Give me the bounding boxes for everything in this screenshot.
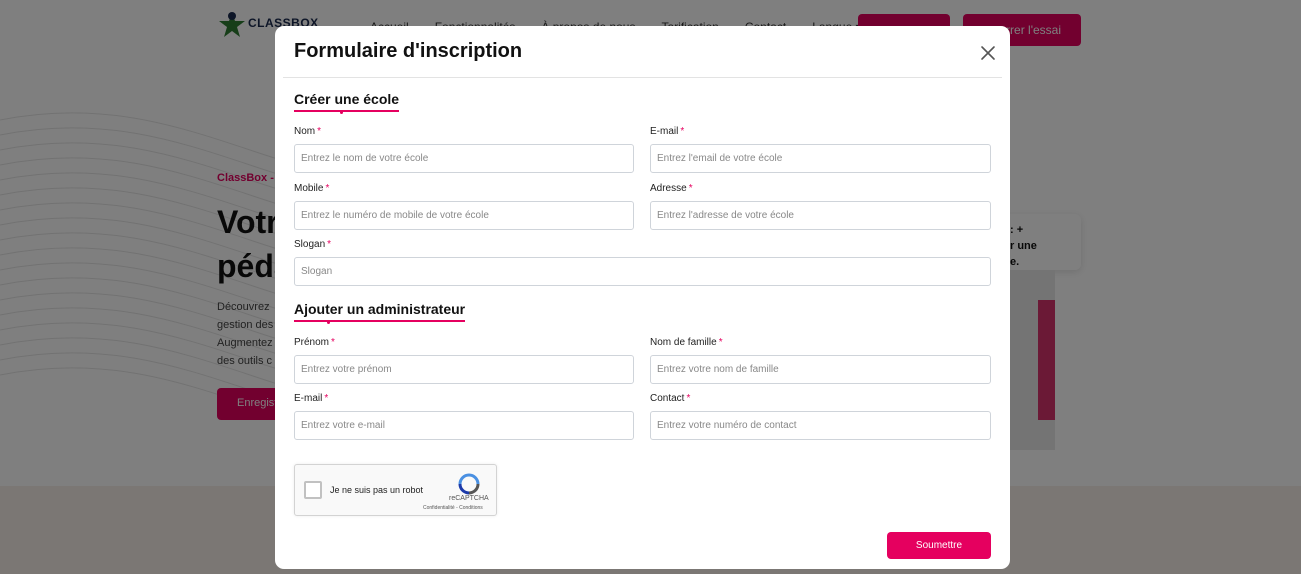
recaptcha-brand: reCAPTCHA xyxy=(449,495,489,502)
registration-modal: Formulaire d'inscription Créer une école… xyxy=(275,26,1010,569)
school-slogan-label-text: Slogan xyxy=(294,239,326,250)
recaptcha-checkbox[interactable] xyxy=(304,481,322,499)
modal-header: Formulaire d'inscription xyxy=(283,26,1002,78)
close-icon[interactable] xyxy=(978,43,998,63)
school-mobile-label-text: Mobile xyxy=(294,183,324,194)
required-marker: * xyxy=(317,126,322,137)
admin-firstname-input[interactable] xyxy=(294,355,634,384)
section-title-school-text: Créer une école xyxy=(294,91,400,107)
required-marker: * xyxy=(327,239,332,250)
school-slogan-label: Slogan * xyxy=(294,239,331,250)
admin-contact-input[interactable] xyxy=(650,411,991,440)
school-mobile-label: Mobile * xyxy=(294,183,329,194)
admin-email-label: E-mail * xyxy=(294,393,328,404)
admin-lastname-label-text: Nom de famille xyxy=(650,337,717,348)
admin-lastname-input[interactable] xyxy=(650,355,991,384)
admin-contact-label-text: Contact xyxy=(650,393,685,404)
required-marker: * xyxy=(688,183,693,194)
recaptcha-widget: Je ne suis pas un robot reCAPTCHA Confid… xyxy=(294,464,497,516)
required-marker: * xyxy=(324,393,329,404)
section-title-admin: Ajouter un administrateur xyxy=(294,301,466,324)
school-email-label-text: E-mail xyxy=(650,126,679,137)
required-marker: * xyxy=(325,183,330,194)
school-mobile-input[interactable] xyxy=(294,201,634,230)
admin-lastname-label: Nom de famille * xyxy=(650,337,723,348)
school-email-input[interactable] xyxy=(650,144,991,173)
required-marker: * xyxy=(718,337,723,348)
school-name-label-text: Nom xyxy=(294,126,316,137)
section-underline-dot xyxy=(327,321,330,324)
close-x-glyph xyxy=(981,46,995,60)
required-marker: * xyxy=(680,126,685,137)
modal-title: Formulaire d'inscription xyxy=(294,40,523,62)
recaptcha-terms-link[interactable]: Confidentialité - Conditions xyxy=(423,505,483,511)
submit-button[interactable]: Soumettre xyxy=(887,532,991,559)
school-name-input[interactable] xyxy=(294,144,634,173)
admin-contact-label: Contact * xyxy=(650,393,690,404)
admin-firstname-label-text: Prénom xyxy=(294,337,330,348)
admin-email-input[interactable] xyxy=(294,411,634,440)
school-name-label: Nom * xyxy=(294,126,321,137)
admin-email-label-text: E-mail xyxy=(294,393,323,404)
section-underline-dot xyxy=(340,111,343,114)
recaptcha-label: Je ne suis pas un robot xyxy=(330,485,424,495)
required-marker: * xyxy=(686,393,691,404)
recaptcha-logo-icon xyxy=(458,473,480,495)
school-slogan-input[interactable] xyxy=(294,257,991,286)
section-title-admin-text: Ajouter un administrateur xyxy=(294,301,466,317)
admin-firstname-label: Prénom * xyxy=(294,337,335,348)
school-address-label-text: Adresse xyxy=(650,183,687,194)
required-marker: * xyxy=(331,337,335,348)
school-address-input[interactable] xyxy=(650,201,991,230)
section-title-school: Créer une école xyxy=(294,91,400,114)
school-email-label: E-mail * xyxy=(650,126,684,137)
school-address-label: Adresse * xyxy=(650,183,693,194)
